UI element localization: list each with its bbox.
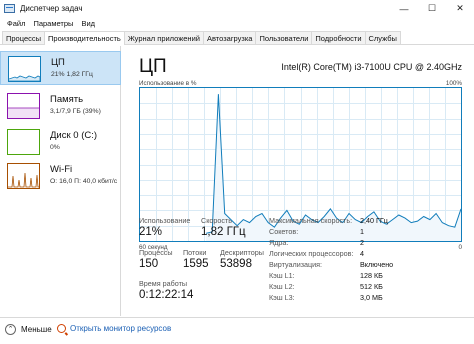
info-value-cores: 2: [360, 238, 364, 247]
sidebar-item-disk[interactable]: Диск 0 (C:) 0%: [0, 125, 121, 159]
sidebar-item-detail: 3,1/7,9 ГБ (39%): [50, 108, 101, 115]
info-label-cores: Ядра:: [269, 238, 289, 247]
speed-label: Скорость: [201, 216, 233, 225]
usage-value: 21%: [139, 226, 163, 238]
uptime-value: 0:12:22:14: [139, 289, 194, 301]
cpu-detail-panel: ЦП Intel(R) Core(TM) i3-7100U CPU @ 2.40…: [122, 46, 474, 316]
tab-users[interactable]: Пользователи: [255, 31, 313, 44]
speed-value: 1,82 ГГц: [201, 226, 246, 238]
sidebar-item-label: ЦП: [51, 57, 65, 68]
sidebar-item-wifi[interactable]: Wi-Fi О: 16,0 П: 40,0 кбит/с: [0, 159, 121, 193]
disk-thumbnail: [7, 129, 40, 155]
memory-thumbnail: [7, 93, 40, 119]
menu-bar: Файл Параметры Вид: [0, 17, 474, 30]
cpu-model: Intel(R) Core(TM) i3-7100U CPU @ 2.40GHz: [281, 62, 462, 72]
minimize-button[interactable]: —: [390, 0, 418, 17]
sidebar-item-label: Память: [50, 94, 84, 105]
info-value-l2: 512 КБ: [360, 282, 383, 291]
info-label-virtualization: Виртуализация:: [269, 260, 323, 269]
info-label-l3: Кэш L3:: [269, 293, 295, 302]
threads-value: 1595: [183, 258, 209, 270]
resource-sidebar: ЦП 21% 1,82 ГГц Память 3,1/7,9 ГБ (39%) …: [0, 46, 121, 316]
fewer-details-label: Меньше: [21, 325, 52, 334]
info-value-sockets: 1: [360, 227, 364, 236]
info-value-l1: 128 КБ: [360, 271, 383, 280]
sidebar-item-label: Wi-Fi: [50, 164, 73, 175]
maximize-button[interactable]: ☐: [418, 0, 446, 17]
page-title: ЦП: [139, 56, 167, 77]
tab-startup[interactable]: Автозагрузка: [202, 31, 257, 44]
processes-value: 150: [139, 258, 159, 270]
close-button[interactable]: ✕: [446, 0, 474, 17]
open-resource-monitor-link[interactable]: Открыть монитор ресурсов: [57, 324, 171, 333]
info-label-l2: Кэш L2:: [269, 282, 295, 291]
resource-monitor-icon: [57, 324, 66, 333]
chevron-up-icon: ⌃: [5, 324, 16, 335]
window-title: Диспетчер задач: [20, 4, 83, 13]
tab-processes[interactable]: Процессы: [2, 31, 46, 44]
bottom-bar: ⌃ Меньше Открыть монитор ресурсов: [0, 317, 474, 344]
tab-bar: Процессы Производительность Журнал прило…: [0, 31, 474, 45]
info-label-max-speed: Максимальная скорость:: [269, 216, 353, 225]
window-controls: — ☐ ✕: [390, 0, 474, 17]
info-value-virtualization: Включено: [360, 260, 394, 269]
usage-label: Использование: [139, 216, 191, 225]
handles-value: 53898: [220, 258, 252, 270]
info-label-logical: Логических процессоров:: [269, 249, 354, 258]
tab-performance[interactable]: Производительность: [44, 31, 125, 45]
resource-monitor-label: Открыть монитор ресурсов: [70, 324, 172, 333]
uptime-label: Время работы: [139, 279, 188, 288]
menu-view[interactable]: Вид: [77, 19, 99, 28]
title-bar: Диспетчер задач — ☐ ✕: [0, 0, 474, 17]
tab-services[interactable]: Службы: [364, 31, 401, 44]
sidebar-item-detail: О: 16,0 П: 40,0 кбит/с: [50, 178, 118, 185]
task-manager-icon: [4, 4, 15, 13]
sidebar-item-label: Диск 0 (C:): [50, 130, 98, 141]
sidebar-item-detail: 0%: [50, 144, 60, 151]
handles-label: Дескрипторы: [220, 248, 264, 257]
wifi-thumbnail: [7, 163, 40, 189]
tab-app-history[interactable]: Журнал приложений: [123, 31, 204, 44]
info-value-l3: 3,0 МБ: [360, 293, 383, 302]
info-label-sockets: Сокетов:: [269, 227, 299, 236]
sidebar-item-memory[interactable]: Память 3,1/7,9 ГБ (39%): [0, 89, 121, 123]
tab-details[interactable]: Подробности: [311, 31, 366, 44]
processes-label: Процессы: [139, 248, 173, 257]
sidebar-item-cpu[interactable]: ЦП 21% 1,82 ГГц: [0, 51, 121, 85]
info-value-logical: 4: [360, 249, 364, 258]
cpu-thumbnail: [8, 56, 41, 82]
threads-label: Потоки: [183, 248, 207, 257]
graph-min: 0: [458, 244, 462, 251]
graph-label: Использование в %: [139, 80, 197, 87]
graph-max: 100%: [445, 80, 462, 87]
info-label-l1: Кэш L1:: [269, 271, 295, 280]
fewer-details-button[interactable]: ⌃ Меньше: [5, 324, 52, 335]
menu-options[interactable]: Параметры: [29, 19, 77, 28]
sidebar-item-detail: 21% 1,82 ГГц: [51, 71, 93, 78]
menu-file[interactable]: Файл: [3, 19, 29, 28]
info-value-max-speed: 2,40 ГГц: [360, 216, 388, 225]
